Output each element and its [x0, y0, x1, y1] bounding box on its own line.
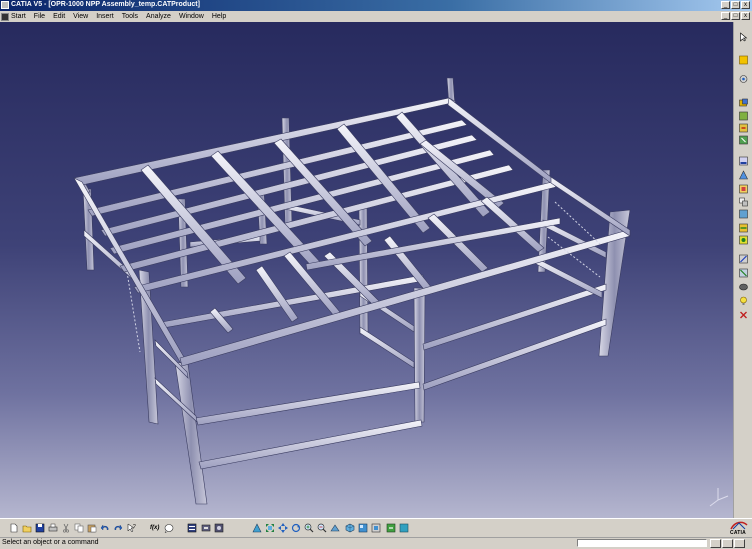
svg-text:?: ?	[133, 524, 136, 530]
measure-icon[interactable]	[201, 523, 211, 533]
bulb-icon[interactable]	[738, 296, 749, 306]
menu-insert[interactable]: Insert	[92, 11, 118, 22]
logo-text: CATIA	[730, 530, 746, 536]
save-icon[interactable]	[35, 523, 45, 533]
xyz-axis-icon[interactable]	[709, 488, 729, 507]
snap-icon[interactable]	[738, 268, 749, 278]
iso-view-icon[interactable]	[345, 523, 355, 533]
catia-logo: CATIA	[725, 519, 751, 537]
menu-start[interactable]: Start	[0, 11, 30, 22]
swap-visible-space-icon[interactable]	[386, 523, 396, 533]
manage-representations-icon[interactable]	[738, 184, 749, 194]
minimize-button[interactable]: _	[721, 1, 730, 9]
menu-edit[interactable]: Edit	[49, 11, 69, 22]
title-bar[interactable]: CATIA V5 - [OPR-1000 NPP Assembly_temp.C…	[0, 0, 752, 11]
menu-view[interactable]: View	[69, 11, 92, 22]
menu-help[interactable]: Help	[208, 11, 230, 22]
normal-view-icon[interactable]	[330, 523, 340, 533]
doc-restore-button[interactable]: □	[731, 12, 740, 20]
zoom-in-icon[interactable]	[304, 523, 314, 533]
doc-close-button[interactable]: x	[741, 12, 750, 20]
print-icon[interactable]	[48, 523, 58, 533]
fast-multi-instantiation-icon[interactable]	[738, 209, 749, 219]
apply-material-icon[interactable]	[214, 523, 224, 533]
selective-load-icon[interactable]	[738, 170, 749, 180]
part-icon[interactable]	[738, 98, 749, 108]
status-button-2[interactable]	[722, 539, 733, 548]
redo-icon[interactable]	[113, 523, 123, 533]
multi-instantiation-icon[interactable]	[738, 197, 749, 207]
hide-show-icon[interactable]	[371, 523, 381, 533]
3d-viewport[interactable]	[0, 22, 733, 518]
copy-icon[interactable]	[74, 523, 84, 533]
fix-icon[interactable]	[738, 254, 749, 264]
catia-app-icon[interactable]	[1, 1, 9, 9]
menu-file[interactable]: File	[30, 11, 49, 22]
paste-icon[interactable]	[87, 523, 97, 533]
product-icon[interactable]	[738, 55, 749, 65]
catalog-icon[interactable]	[164, 523, 174, 533]
status-button-1[interactable]	[710, 539, 721, 548]
command-input[interactable]	[577, 539, 707, 547]
close-button[interactable]: x	[741, 1, 750, 9]
fit-all-icon[interactable]	[265, 523, 275, 533]
knowledge-icon[interactable]	[187, 523, 197, 533]
replace-icon[interactable]	[738, 123, 749, 133]
fly-mode-icon[interactable]	[252, 523, 262, 533]
view-mode-icon[interactable]	[399, 523, 409, 533]
undo-icon[interactable]	[100, 523, 110, 533]
formula-icon[interactable]: f(x)	[150, 523, 162, 533]
bottom-toolbar: ? f(x) CATIA	[0, 518, 752, 537]
new-icon[interactable]	[9, 523, 19, 533]
window-title: CATIA V5 - [OPR-1000 NPP Assembly_temp.C…	[11, 1, 200, 8]
zoom-out-icon[interactable]	[317, 523, 327, 533]
graph-tree-icon[interactable]	[738, 135, 749, 145]
status-message: Select an object or a command	[2, 539, 99, 546]
status-bar: Select an object or a command	[0, 537, 752, 549]
pan-icon[interactable]	[278, 523, 288, 533]
smart-move-icon[interactable]	[738, 282, 749, 292]
menu-tools[interactable]: Tools	[118, 11, 142, 22]
update-icon[interactable]	[738, 310, 749, 320]
cut-icon[interactable]	[61, 523, 71, 533]
component-icon[interactable]	[738, 74, 749, 84]
doc-minimize-button[interactable]: _	[721, 12, 730, 20]
select-arrow-icon[interactable]	[738, 32, 749, 42]
open-icon[interactable]	[22, 523, 32, 533]
menu-window[interactable]: Window	[175, 11, 208, 22]
start-icon	[1, 12, 9, 21]
steel-frame-model[interactable]	[0, 22, 733, 518]
status-button-3[interactable]	[734, 539, 745, 548]
constraint-icon[interactable]	[738, 235, 749, 245]
generate-numbering-icon[interactable]	[738, 156, 749, 166]
whats-this-icon[interactable]: ?	[127, 523, 137, 533]
rotate-icon[interactable]	[291, 523, 301, 533]
reorder-icon[interactable]	[738, 223, 749, 233]
existing-component-icon[interactable]	[738, 111, 749, 121]
menu-analyze[interactable]: Analyze	[142, 11, 175, 22]
shading-icon[interactable]	[358, 523, 368, 533]
maximize-button[interactable]: □	[731, 1, 740, 9]
right-toolbar	[733, 22, 752, 518]
lower-beams	[83, 203, 607, 470]
